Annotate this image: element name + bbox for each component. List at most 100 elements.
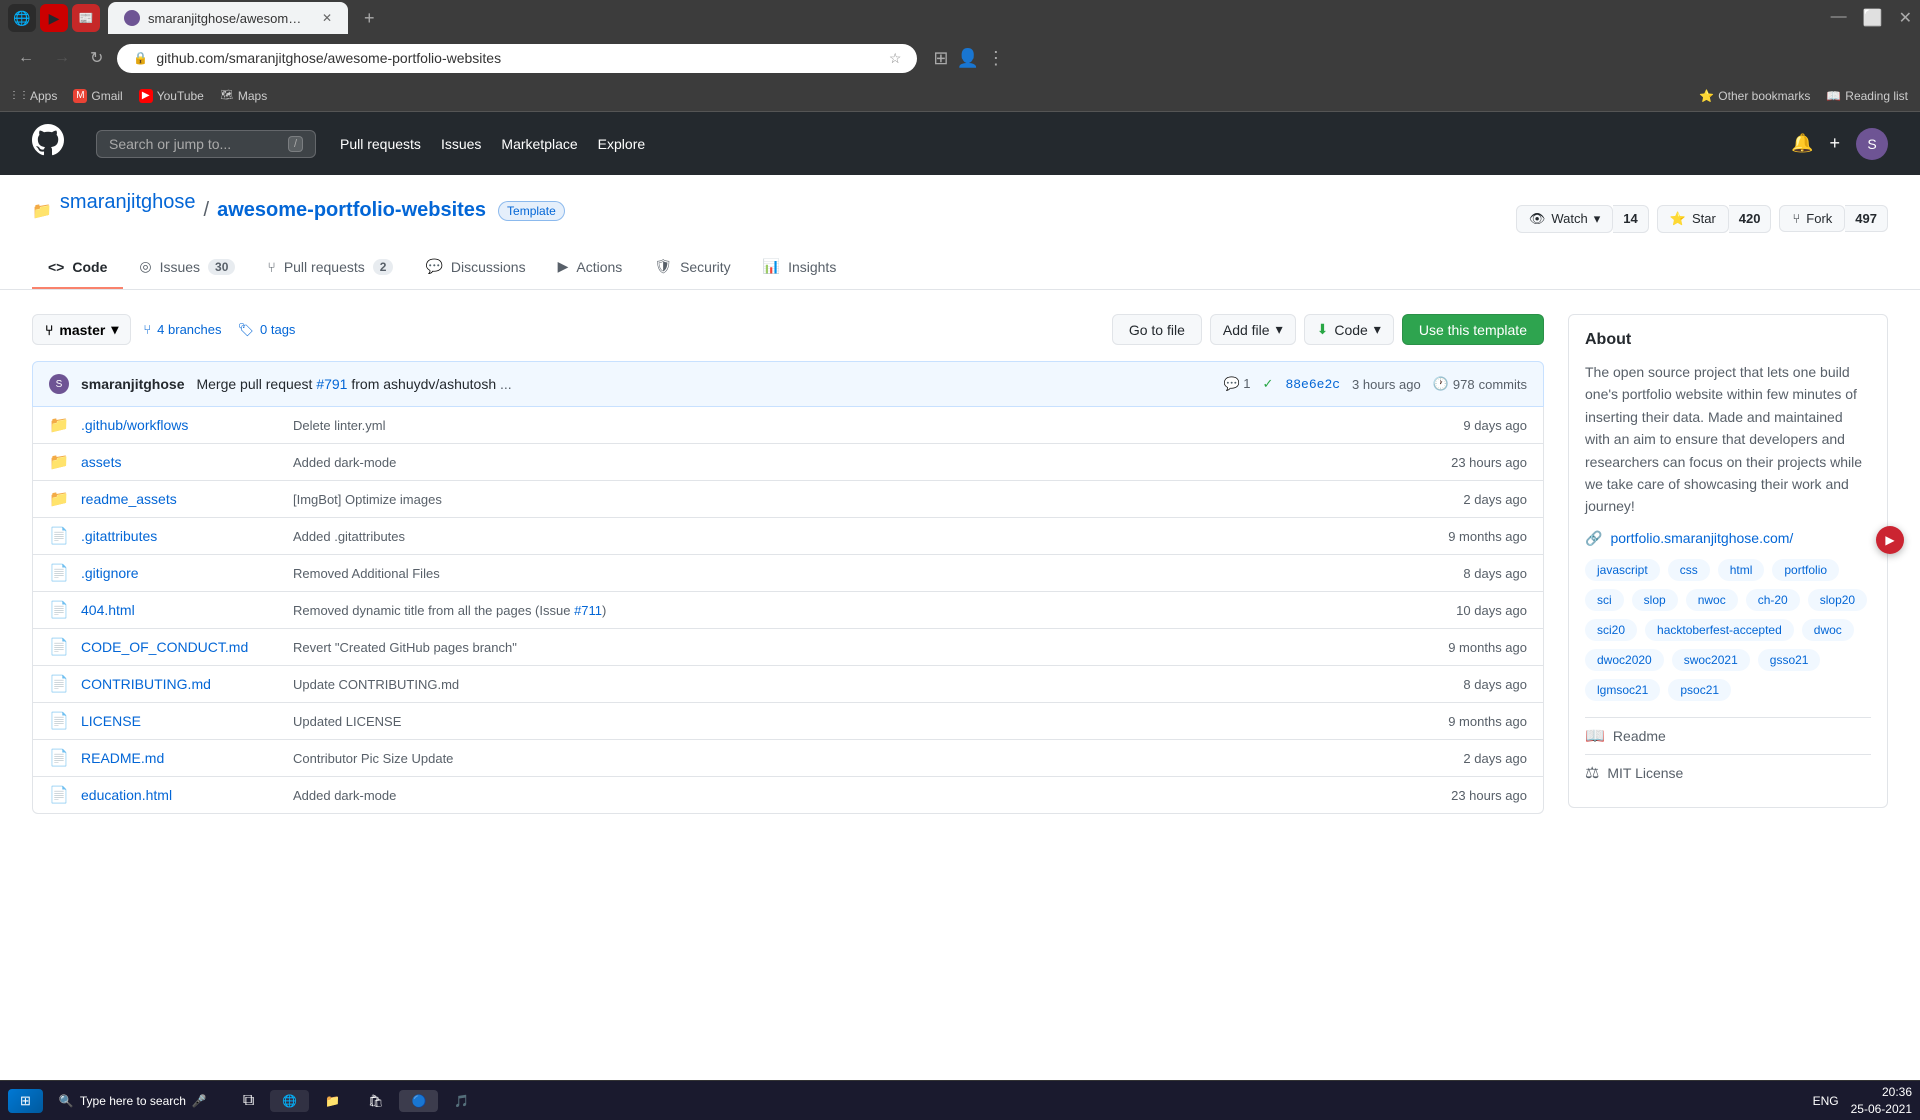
about-website-link[interactable]: 🔗 portfolio.smaranjitghose.com/ xyxy=(1585,530,1871,547)
fork-count[interactable]: 497 xyxy=(1845,205,1888,232)
code-btn[interactable]: ⬇ Code ▾ xyxy=(1304,314,1394,345)
refresh-btn[interactable]: ↻ xyxy=(84,44,109,72)
topic-gsso21[interactable]: gsso21 xyxy=(1758,649,1821,671)
floating-action-btn[interactable]: ▶ xyxy=(1876,526,1904,554)
explorer-btn[interactable]: 📁 xyxy=(313,1090,352,1112)
fork-btn[interactable]: ⑂ Fork xyxy=(1779,205,1845,232)
user-avatar[interactable]: S xyxy=(1856,128,1888,160)
forward-btn[interactable]: → xyxy=(48,45,76,71)
tab-pull-requests[interactable]: ⑂ Pull requests 2 xyxy=(251,246,409,289)
taskview-btn[interactable]: ⧉ xyxy=(231,1088,266,1114)
file-name-link[interactable]: assets xyxy=(81,454,281,470)
start-btn[interactable]: ⊞ xyxy=(8,1089,43,1113)
tags-link[interactable]: 🏷 0 tags xyxy=(238,322,296,338)
topic-portfolio[interactable]: portfolio xyxy=(1772,559,1839,581)
back-btn[interactable]: ← xyxy=(12,45,40,71)
tab-actions[interactable]: ▶ Actions xyxy=(542,246,639,289)
topic-sci20[interactable]: sci20 xyxy=(1585,619,1637,641)
close-btn[interactable]: ✕ xyxy=(1899,8,1912,28)
other-bookmarks[interactable]: ⭐ Other bookmarks xyxy=(1699,89,1810,103)
reading-list[interactable]: 📖 Reading list xyxy=(1826,89,1908,103)
topic-javascript[interactable]: javascript xyxy=(1585,559,1660,581)
topic-html[interactable]: html xyxy=(1718,559,1765,581)
bookmark-star[interactable]: ☆ xyxy=(889,50,902,67)
repo-name-link[interactable]: awesome-portfolio-websites xyxy=(217,199,486,222)
nav-explore[interactable]: Explore xyxy=(598,136,645,152)
nav-marketplace[interactable]: Marketplace xyxy=(501,136,577,152)
topic-psoc21[interactable]: psoc21 xyxy=(1668,679,1731,701)
file-name-link[interactable]: .gitignore xyxy=(81,565,281,581)
star-btn[interactable]: ⭐ Star xyxy=(1657,205,1729,233)
go-to-file-btn[interactable]: Go to file xyxy=(1112,314,1202,345)
topic-nwoc[interactable]: nwoc xyxy=(1686,589,1738,611)
tab-security[interactable]: 🛡 Security xyxy=(638,246,746,289)
use-template-btn[interactable]: Use this template xyxy=(1402,314,1544,345)
bookmark-gmail[interactable]: M Gmail xyxy=(73,89,122,103)
minimize-btn[interactable]: — xyxy=(1831,8,1847,28)
file-name-link[interactable]: 404.html xyxy=(81,602,281,618)
profile-btn[interactable]: 👤 xyxy=(957,48,979,69)
active-browser-tab[interactable]: smaranjitghose/awesome-portfo... ✕ xyxy=(108,2,348,34)
watch-count[interactable]: 14 xyxy=(1613,205,1648,233)
topic-dwoc[interactable]: dwoc xyxy=(1802,619,1854,641)
store-btn[interactable]: 🛍 xyxy=(356,1090,395,1112)
tab-close-btn[interactable]: ✕ xyxy=(322,11,332,25)
tab-code[interactable]: <> Code xyxy=(32,246,123,289)
edge-btn[interactable]: 🌐 xyxy=(270,1090,309,1112)
file-name-link[interactable]: readme_assets xyxy=(81,491,281,507)
pinned-tab-1[interactable]: 🌐 xyxy=(8,4,36,32)
extensions-btn[interactable]: ⊞ xyxy=(933,48,948,69)
commit-author[interactable]: smaranjitghose xyxy=(81,376,184,392)
branch-selector[interactable]: ⑂ master ▾ xyxy=(32,314,131,345)
file-name-link[interactable]: CODE_OF_CONDUCT.md xyxy=(81,639,281,655)
pinned-tab-3[interactable]: 📰 xyxy=(72,4,100,32)
search-box[interactable]: 🔍 Type here to search 🎤 xyxy=(47,1090,219,1112)
file-name-link[interactable]: README.md xyxy=(81,750,281,766)
new-tab-btn[interactable]: + xyxy=(356,4,383,33)
topic-hacktoberfest[interactable]: hacktoberfest-accepted xyxy=(1645,619,1794,641)
branches-link[interactable]: ⑂ 4 branches xyxy=(143,322,221,337)
add-file-btn[interactable]: Add file ▾ xyxy=(1210,314,1296,345)
commit-count[interactable]: 🕐 978 commits xyxy=(1433,376,1527,392)
topic-css[interactable]: css xyxy=(1668,559,1710,581)
topic-slop20[interactable]: slop20 xyxy=(1808,589,1867,611)
issue-link[interactable]: #711 xyxy=(574,603,602,618)
gh-search-box[interactable]: Search or jump to... / xyxy=(96,130,316,158)
topic-slop[interactable]: slop xyxy=(1632,589,1678,611)
readme-link[interactable]: 📖 Readme xyxy=(1585,717,1871,754)
topic-sci[interactable]: sci xyxy=(1585,589,1624,611)
file-name-link[interactable]: education.html xyxy=(81,787,281,803)
repo-owner-link[interactable]: smaranjitghose xyxy=(60,191,196,214)
new-btn[interactable]: + xyxy=(1829,133,1840,154)
tab-discussions[interactable]: 💬 Discussions xyxy=(409,246,541,289)
spotify-btn[interactable]: 🎵 xyxy=(442,1090,481,1112)
bookmark-maps[interactable]: 🗺 Maps xyxy=(220,89,267,103)
tab-insights[interactable]: 📊 Insights xyxy=(747,246,853,289)
bookmark-apps[interactable]: ⋮⋮ Apps xyxy=(12,89,57,103)
notification-btn[interactable]: 🔔 xyxy=(1791,133,1813,154)
file-name-link[interactable]: .gitattributes xyxy=(81,528,281,544)
file-name-link[interactable]: CONTRIBUTING.md xyxy=(81,676,281,692)
commit-hash-link[interactable]: 88e6e2c xyxy=(1285,377,1340,392)
chrome-btn[interactable]: 🔵 xyxy=(399,1090,438,1112)
file-name-link[interactable]: .github/workflows xyxy=(81,417,281,433)
pinned-tab-youtube[interactable]: ▶ xyxy=(40,4,68,32)
watch-btn[interactable]: 👁 Watch ▾ xyxy=(1516,205,1613,233)
nav-pull-requests[interactable]: Pull requests xyxy=(340,136,421,152)
nav-issues[interactable]: Issues xyxy=(441,136,481,152)
topic-lgmsoc21[interactable]: lgmsoc21 xyxy=(1585,679,1660,701)
code-chevron: ▾ xyxy=(1374,321,1381,338)
bookmark-youtube[interactable]: ▶ YouTube xyxy=(139,89,204,103)
topic-swoc2021[interactable]: swoc2021 xyxy=(1672,649,1750,671)
topic-dwoc2020[interactable]: dwoc2020 xyxy=(1585,649,1664,671)
topic-ch20[interactable]: ch-20 xyxy=(1746,589,1800,611)
star-count[interactable]: 420 xyxy=(1729,205,1772,233)
address-bar[interactable]: 🔒 github.com/smaranjitghose/awesome-port… xyxy=(117,44,917,73)
file-name-link[interactable]: LICENSE xyxy=(81,713,281,729)
maximize-btn[interactable]: ⬜ xyxy=(1863,8,1883,28)
commit-pr-link[interactable]: #791 xyxy=(316,376,347,392)
menu-btn[interactable]: ⋮ xyxy=(987,48,1005,69)
tab-issues[interactable]: ◎ Issues 30 xyxy=(123,246,251,289)
license-link[interactable]: ⚖ MIT License xyxy=(1585,754,1871,791)
gh-logo[interactable] xyxy=(32,124,64,163)
